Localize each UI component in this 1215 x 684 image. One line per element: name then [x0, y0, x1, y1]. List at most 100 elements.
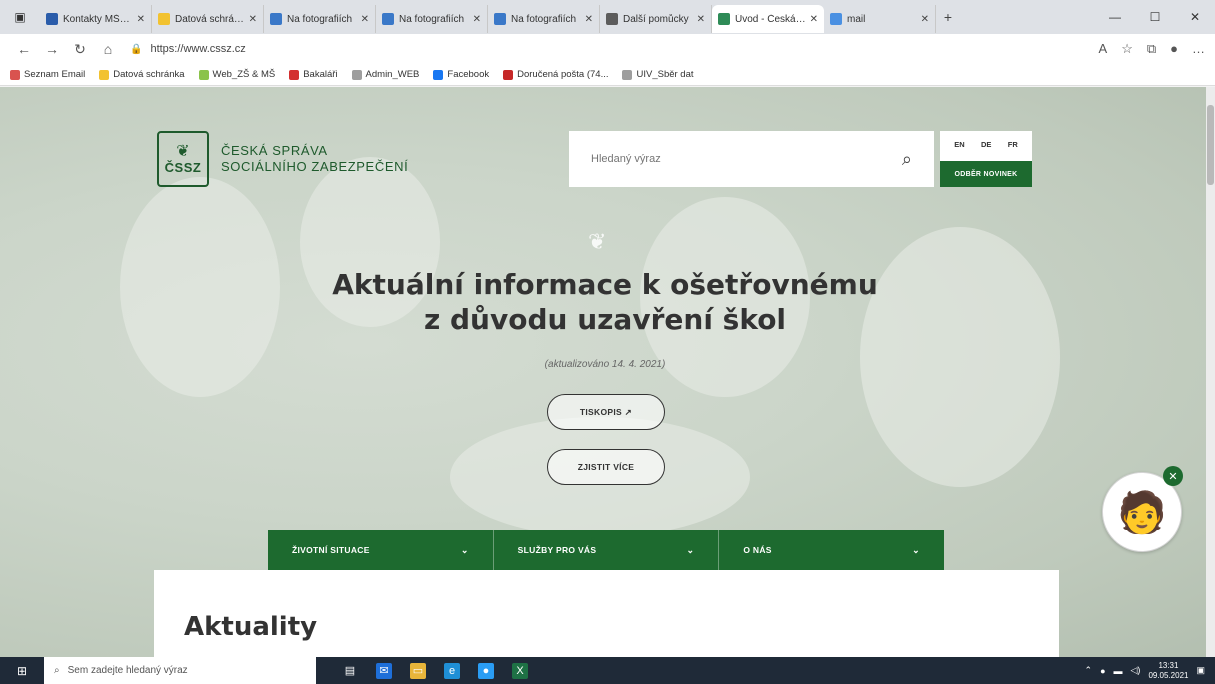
close-window-icon[interactable]: ✕ — [1175, 10, 1215, 24]
app-icon[interactable]: ● — [478, 662, 494, 679]
tab-title: Na fotografiích — [399, 13, 465, 25]
tab-favicon-icon — [382, 13, 394, 25]
browser-tab[interactable]: Další pomůcky ✕ — [600, 5, 712, 33]
taskbar-search[interactable]: ⌕ Sem zadejte hledaný výraz — [44, 657, 316, 684]
nav-services[interactable]: SLUŽBY PRO VÁS ⌄ — [494, 530, 720, 570]
close-tab-icon[interactable]: ✕ — [473, 14, 481, 25]
bookmark[interactable]: Facebook — [433, 69, 489, 80]
web-page: ❦ ČSSZ ČESKÁ SPRÁVA SOCIÁLNÍHO ZABEZPEČE… — [0, 87, 1206, 657]
close-tab-icon[interactable]: ✕ — [137, 14, 145, 25]
close-tab-icon[interactable]: ✕ — [249, 14, 257, 25]
tab-favicon-icon — [46, 13, 58, 25]
scrollbar-thumb[interactable] — [1207, 105, 1214, 185]
notifications-icon[interactable]: ▣ — [1196, 665, 1205, 676]
tab-title: Úvod - Česká spr — [735, 13, 806, 25]
task-view-icon[interactable]: ▤ — [342, 663, 358, 679]
browser-tab[interactable]: Na fotografiích ✕ — [264, 5, 376, 33]
tab-actions-icon[interactable]: ▣ — [0, 0, 40, 34]
browser-tab-active[interactable]: Úvod - Česká spr ✕ — [712, 5, 824, 33]
favorite-star-icon[interactable]: ☆ — [1121, 41, 1133, 57]
hero-title: Aktuální informace k ošetřovnému z důvod… — [280, 267, 930, 337]
external-link-icon: ↗ — [624, 406, 633, 417]
bookmark[interactable]: UIV_Sběr dat — [622, 69, 694, 80]
tab-title: Další pomůcky — [623, 13, 689, 25]
excel-icon[interactable]: X — [512, 662, 528, 679]
chatbot-close-icon[interactable]: ✕ — [1163, 466, 1183, 486]
bookmark-icon — [351, 69, 362, 80]
logo-abbr: ČSSZ — [164, 159, 202, 175]
mail-app-icon[interactable]: ✉ — [376, 662, 392, 679]
browser-tab[interactable]: Datová schránka ✕ — [152, 5, 264, 33]
close-tab-icon[interactable]: ✕ — [361, 14, 369, 25]
site-logo[interactable]: ❦ ČSSZ ČESKÁ SPRÁVA SOCIÁLNÍHO ZABEZPEČE… — [157, 131, 408, 187]
file-explorer-icon[interactable]: ▭ — [410, 662, 426, 679]
search-icon: ⌕ — [54, 665, 60, 676]
search-input[interactable] — [591, 153, 902, 165]
url-field[interactable]: 🔒 https://www.cssz.cz — [130, 38, 1050, 60]
tab-title: mail — [847, 13, 866, 25]
browser-tab[interactable]: Na fotografiích ✕ — [376, 5, 488, 33]
form-button[interactable]: TISKOPIS ↗ — [547, 394, 665, 430]
bookmark-icon — [622, 69, 633, 80]
learn-more-button[interactable]: ZJISTIT VÍCE — [547, 449, 665, 485]
close-tab-icon[interactable]: ✕ — [810, 14, 818, 25]
back-icon[interactable]: ← — [10, 41, 38, 57]
tab-title: Na fotografiích — [287, 13, 353, 25]
close-tab-icon[interactable]: ✕ — [697, 14, 705, 25]
edge-browser-icon[interactable]: e — [444, 662, 460, 679]
language-box: EN DE FR ODBĚR NOVINEK — [940, 131, 1032, 187]
bookmark[interactable]: Doručená pošta (74... — [503, 69, 608, 80]
new-tab-icon[interactable]: + — [936, 9, 960, 25]
nav-label: ŽIVOTNÍ SITUACE — [292, 545, 370, 555]
site-search: ⌕ — [569, 131, 934, 187]
tab-favicon-icon — [830, 13, 842, 25]
taskbar-clock[interactable]: 13:31 09.05.2021 — [1148, 661, 1188, 681]
logo-text-line1: ČESKÁ SPRÁVA — [221, 143, 328, 158]
bookmark[interactable]: Bakaláři — [289, 69, 338, 80]
volume-icon[interactable]: ◁) — [1131, 665, 1141, 676]
hero-leaf-icon: ❦ — [588, 229, 607, 254]
close-tab-icon[interactable]: ✕ — [585, 14, 593, 25]
tray-chevron-icon[interactable]: ⌃ — [1085, 665, 1093, 676]
home-icon[interactable]: ⌂ — [94, 41, 122, 57]
lang-de-link[interactable]: DE — [981, 140, 991, 149]
collections-icon[interactable]: ⧉ — [1147, 41, 1156, 57]
profile-icon[interactable]: ● — [1170, 41, 1178, 57]
search-icon[interactable]: ⌕ — [902, 149, 912, 170]
menu-icon[interactable]: … — [1192, 41, 1205, 57]
read-aloud-icon[interactable]: A — [1099, 41, 1108, 57]
windows-start-icon[interactable]: ⊞ — [0, 664, 44, 678]
bookmark[interactable]: Seznam Email — [10, 69, 85, 80]
close-tab-icon[interactable]: ✕ — [921, 14, 929, 25]
refresh-icon[interactable]: ↻ — [66, 41, 94, 58]
address-bar: ← → ↻ ⌂ 🔒 https://www.cssz.cz A ☆ ⧉ ● … — [0, 34, 1215, 64]
window-controls: — ☐ ✕ — [1095, 10, 1215, 24]
leaf-icon: ❦ — [176, 142, 190, 160]
tray-app-icon[interactable]: ● — [1100, 666, 1105, 676]
browser-tab[interactable]: Na fotografiích ✕ — [488, 5, 600, 33]
nav-life-situations[interactable]: ŽIVOTNÍ SITUACE ⌄ — [268, 530, 494, 570]
browser-tab[interactable]: mail ✕ — [824, 5, 936, 33]
browser-tab[interactable]: Kontakty MŠMT ✕ — [40, 5, 152, 33]
network-icon[interactable]: ▬ — [1114, 666, 1123, 676]
lang-fr-link[interactable]: FR — [1008, 140, 1018, 149]
maximize-icon[interactable]: ☐ — [1135, 10, 1175, 24]
lang-en-link[interactable]: EN — [954, 140, 964, 149]
bookmark[interactable]: Admin_WEB — [351, 69, 419, 80]
minimize-icon[interactable]: — — [1095, 10, 1135, 24]
chevron-down-icon: ⌄ — [460, 544, 469, 555]
bookmark-label: Facebook — [447, 69, 490, 80]
page-scrollbar[interactable] — [1206, 87, 1215, 657]
windows-taskbar: ⊞ ⌕ Sem zadejte hledaný výraz ▤ ✉ ▭ e ● … — [0, 657, 1215, 684]
hero-title-line1: Aktuální informace k ošetřovnému — [332, 268, 878, 301]
nav-about[interactable]: O NÁS ⌄ — [719, 530, 944, 570]
system-tray: ⌃ ● ▬ ◁) 13:31 09.05.2021 ▣ — [1085, 661, 1215, 681]
subscribe-button[interactable]: ODBĚR NOVINEK — [940, 161, 1032, 187]
bookmark[interactable]: Web_ZŠ & MŠ — [198, 69, 275, 80]
bookmark-label: Datová schránka — [113, 69, 185, 80]
bookmark[interactable]: Datová schránka — [99, 69, 185, 80]
tab-favicon-icon — [158, 13, 170, 25]
forward-icon[interactable]: → — [38, 41, 66, 57]
hero-photo-shape — [860, 227, 1060, 487]
tab-title: Na fotografiích — [511, 13, 577, 25]
